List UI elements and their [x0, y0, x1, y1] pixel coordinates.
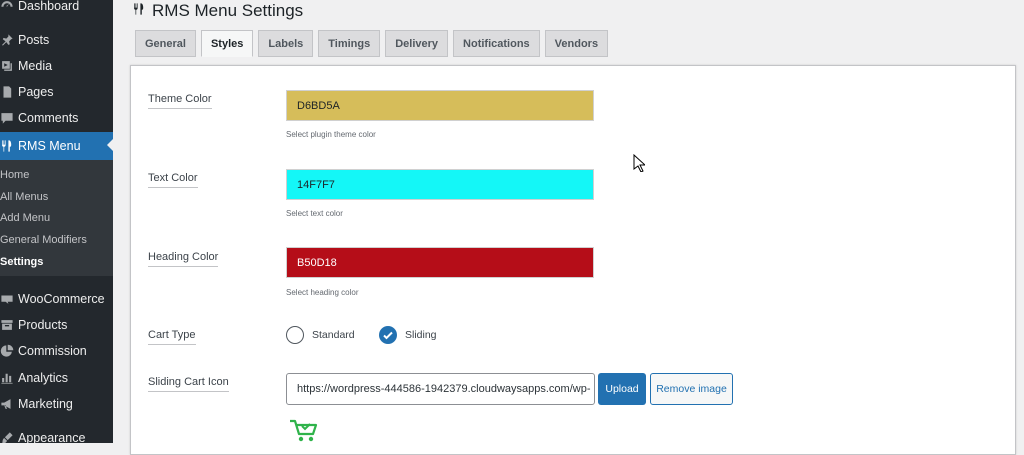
- sidebar-item-label: Commission: [18, 344, 87, 358]
- dashboard-icon: [0, 0, 14, 13]
- text-color-label: Text Color: [148, 172, 198, 188]
- mouse-cursor-icon: [633, 154, 645, 172]
- bar-chart-icon: [0, 371, 14, 385]
- heading-color-description: Select heading color: [286, 288, 359, 297]
- text-color-description: Select text color: [286, 209, 343, 218]
- sidebar-item-posts[interactable]: Posts: [0, 27, 113, 53]
- sidebar-item-commission[interactable]: Commission: [0, 338, 113, 364]
- heading-color-field[interactable]: B50D18: [286, 247, 594, 278]
- rms-submenu: Home All Menus Add Menu General Modifier…: [0, 160, 113, 276]
- sidebar-item-label: Comments: [18, 111, 79, 125]
- comment-icon: [0, 111, 14, 125]
- radio-label: Sliding: [405, 329, 437, 341]
- sidebar-item-label: Products: [18, 318, 68, 332]
- cart-type-standard-option[interactable]: Standard: [286, 326, 355, 344]
- text-color-field[interactable]: 14F7F7: [286, 169, 594, 200]
- sidebar-item-label: Media: [18, 59, 53, 73]
- tab-general[interactable]: General: [135, 30, 196, 57]
- submenu-item-general-modifiers[interactable]: General Modifiers: [0, 234, 87, 246]
- utensils-icon: [132, 1, 152, 21]
- sidebar-item-dashboard[interactable]: Dashboard: [0, 0, 113, 19]
- page-title: RMS Menu Settings: [132, 0, 303, 22]
- tab-delivery[interactable]: Delivery: [385, 30, 449, 57]
- submenu-item-add-menu[interactable]: Add Menu: [0, 212, 50, 224]
- admin-sidebar: Dashboard Posts Media Pages Comments RMS…: [0, 0, 113, 443]
- cart-check-icon: [290, 419, 318, 442]
- sidebar-item-label: Marketing: [18, 397, 73, 411]
- submenu-item-all-menus[interactable]: All Menus: [0, 191, 48, 203]
- remove-image-button[interactable]: Remove image: [650, 373, 733, 405]
- sidebar-item-pages[interactable]: Pages: [0, 79, 113, 105]
- sidebar-item-label: Pages: [18, 85, 54, 99]
- radio-checked[interactable]: [379, 326, 397, 344]
- tab-vendors[interactable]: Vendors: [544, 30, 609, 57]
- cart-type-label: Cart Type: [148, 329, 196, 345]
- utensils-icon: [0, 139, 14, 153]
- sidebar-item-analytics[interactable]: Analytics: [0, 365, 113, 391]
- upload-button[interactable]: Upload: [598, 373, 646, 405]
- theme-color-label: Theme Color: [148, 93, 212, 109]
- sidebar-item-label: Posts: [18, 33, 50, 47]
- check-icon: [383, 331, 393, 340]
- cart-type-sliding-option[interactable]: Sliding: [379, 326, 437, 344]
- sidebar-item-label: RMS Menu: [18, 139, 81, 153]
- pages-icon: [0, 85, 14, 99]
- radio-label: Standard: [312, 329, 355, 341]
- brush-icon: [0, 431, 14, 443]
- tab-styles[interactable]: Styles: [200, 30, 254, 57]
- sidebar-item-label: Analytics: [18, 371, 69, 385]
- cart-icon-url-input[interactable]: https://wordpress-444586-1942379.cloudwa…: [286, 373, 595, 405]
- theme-color-description: Select plugin theme color: [286, 130, 376, 139]
- radio-unchecked[interactable]: [286, 326, 304, 344]
- sidebar-item-label: Dashboard: [18, 0, 80, 13]
- pie-icon: [0, 344, 14, 358]
- styles-panel: Theme Color D6BD5A Select plugin theme c…: [130, 65, 1016, 455]
- sidebar-item-label: Appearance: [18, 431, 86, 443]
- theme-color-field[interactable]: D6BD5A: [286, 90, 594, 121]
- submenu-item-settings[interactable]: Settings: [0, 256, 43, 268]
- media-icon: [0, 59, 14, 73]
- sidebar-item-marketing[interactable]: Marketing: [0, 391, 113, 417]
- tab-timings[interactable]: Timings: [318, 30, 381, 57]
- sidebar-item-products[interactable]: Products: [0, 312, 113, 338]
- sidebar-item-woocommerce[interactable]: WooCommerce: [0, 286, 113, 312]
- pin-icon: [0, 33, 14, 47]
- tab-labels[interactable]: Labels: [258, 30, 314, 57]
- sidebar-item-media[interactable]: Media: [0, 53, 113, 79]
- page-title-text: RMS Menu Settings: [152, 1, 304, 20]
- archive-icon: [0, 318, 14, 332]
- megaphone-icon: [0, 397, 14, 411]
- sidebar-item-rms-menu[interactable]: RMS Menu: [0, 132, 113, 160]
- sidebar-item-appearance[interactable]: Appearance: [0, 425, 113, 443]
- sliding-cart-icon-label: Sliding Cart Icon: [148, 376, 229, 392]
- tab-notifications[interactable]: Notifications: [453, 30, 540, 57]
- settings-tabs: General Styles Labels Timings Delivery N…: [135, 30, 613, 58]
- woo-icon: [0, 292, 14, 306]
- sidebar-item-comments[interactable]: Comments: [0, 105, 113, 131]
- sidebar-item-label: WooCommerce: [18, 292, 105, 306]
- heading-color-label: Heading Color: [148, 251, 219, 267]
- submenu-item-home[interactable]: Home: [0, 169, 29, 181]
